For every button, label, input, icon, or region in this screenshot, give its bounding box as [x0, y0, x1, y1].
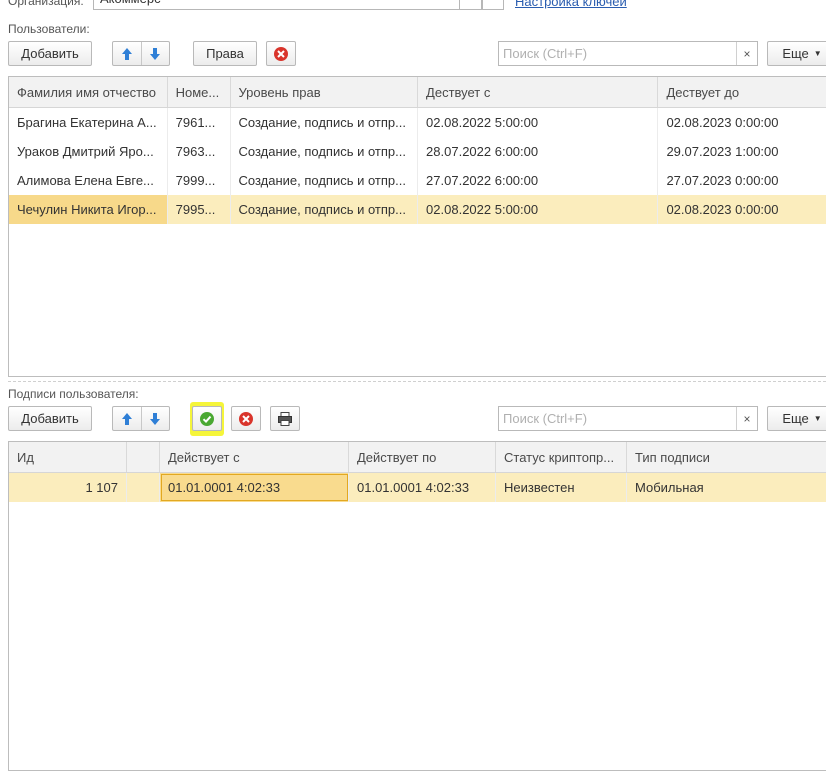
users-col-to[interactable]: Дествует до	[658, 77, 826, 107]
check-circle-icon	[200, 411, 214, 426]
organization-open-button[interactable]	[482, 0, 504, 10]
user-name-cell: Чечулин Никита Игор...	[9, 195, 168, 224]
table-row[interactable]: Алимова Елена Евге... 7999... Создание, …	[9, 166, 826, 195]
user-number-cell: 7995...	[168, 195, 231, 224]
users-move-buttons	[112, 41, 170, 66]
signatures-search-input[interactable]	[499, 407, 736, 430]
caret-down-icon: ▼	[813, 49, 822, 58]
signatures-search-box: ×	[498, 406, 758, 431]
organization-label: Организация:	[8, 0, 84, 8]
users-search-clear-icon[interactable]: ×	[736, 42, 757, 65]
user-level-cell: Создание, подпись и отпр...	[231, 137, 419, 166]
users-more-button[interactable]: Еще ▼	[767, 41, 826, 66]
signatures-add-button[interactable]: Добавить	[8, 406, 92, 431]
signatures-section-label: Подписи пользователя:	[8, 387, 139, 401]
move-up-button[interactable]	[113, 42, 141, 65]
organization-field[interactable]: Акоммерс	[93, 0, 460, 10]
arrow-up-icon	[121, 47, 132, 60]
users-delete-button[interactable]	[266, 41, 296, 66]
sig-col-status[interactable]: Статус криптопр...	[496, 442, 627, 472]
sig-col-from[interactable]: Действует с	[160, 442, 349, 472]
signatures-search-clear-icon[interactable]: ×	[736, 407, 757, 430]
user-to-cell: 29.07.2023 1:00:00	[658, 137, 826, 166]
sig-move-up-button[interactable]	[113, 407, 141, 430]
table-row-selected[interactable]: Чечулин Никита Игор... 7995... Создание,…	[9, 195, 826, 224]
confirm-signature-button[interactable]	[192, 406, 222, 431]
sig-col-type[interactable]: Тип подписи	[627, 442, 826, 472]
arrow-down-icon	[150, 47, 161, 60]
sig-col-id[interactable]: Ид	[9, 442, 127, 472]
key-settings-link[interactable]: Настройка ключей	[515, 0, 627, 9]
user-number-cell: 7963...	[168, 137, 231, 166]
user-number-cell: 7999...	[168, 166, 231, 195]
user-from-cell: 02.08.2022 5:00:00	[418, 195, 659, 224]
move-down-button[interactable]	[140, 42, 170, 65]
users-col-level[interactable]: Уровень прав	[231, 77, 419, 107]
signatures-table-header: Ид Действует с Действует по Статус крипт…	[9, 442, 826, 473]
table-row-selected[interactable]: 1 107 01.01.0001 4:02:33 01.01.0001 4:02…	[9, 473, 826, 502]
sig-move-down-button[interactable]	[140, 407, 170, 430]
delete-icon	[274, 46, 288, 61]
signatures-delete-button[interactable]	[231, 406, 261, 431]
users-more-label: Еще	[782, 46, 809, 61]
delete-icon	[239, 411, 253, 426]
users-col-name[interactable]: Фамилия имя отчество	[9, 77, 168, 107]
user-name-cell: Брагина Екатерина А...	[9, 108, 168, 137]
signatures-move-buttons	[112, 406, 170, 431]
sig-col-to[interactable]: Действует по	[349, 442, 496, 472]
users-col-from[interactable]: Дествует с	[418, 77, 659, 107]
sig-to-cell: 01.01.0001 4:02:33	[349, 473, 496, 502]
user-from-cell: 27.07.2022 6:00:00	[418, 166, 659, 195]
sig-id-cell: 1 107	[9, 473, 127, 502]
organization-select-button[interactable]	[460, 0, 482, 10]
user-level-cell: Создание, подпись и отпр...	[231, 195, 419, 224]
table-row[interactable]: Брагина Екатерина А... 7961... Создание,…	[9, 108, 826, 137]
users-section-label: Пользователи:	[8, 22, 90, 36]
signatures-more-button[interactable]: Еще ▼	[767, 406, 826, 431]
users-add-button[interactable]: Добавить	[8, 41, 92, 66]
section-divider	[8, 381, 826, 382]
signatures-more-label: Еще	[782, 411, 809, 426]
sig-flag-cell	[127, 473, 160, 502]
user-to-cell: 02.08.2023 0:00:00	[658, 195, 826, 224]
users-table-header: Фамилия имя отчество Номе... Уровень пра…	[9, 77, 826, 108]
sig-status-cell: Неизвестен	[496, 473, 627, 502]
users-col-number[interactable]: Номе...	[168, 77, 231, 107]
signatures-table: Ид Действует с Действует по Статус крипт…	[8, 441, 826, 771]
user-name-cell: Ураков Дмитрий Яро...	[9, 137, 168, 166]
table-row[interactable]: Ураков Дмитрий Яро... 7963... Создание, …	[9, 137, 826, 166]
users-search-input[interactable]	[499, 42, 736, 65]
sig-type-cell: Мобильная	[627, 473, 826, 502]
user-name-cell: Алимова Елена Евге...	[9, 166, 168, 195]
print-button[interactable]	[270, 406, 300, 431]
caret-down-icon: ▼	[813, 414, 822, 423]
user-level-cell: Создание, подпись и отпр...	[231, 166, 419, 195]
users-table: Фамилия имя отчество Номе... Уровень пра…	[8, 76, 826, 377]
user-to-cell: 02.08.2023 0:00:00	[658, 108, 826, 137]
rights-button[interactable]: Права	[193, 41, 257, 66]
sig-col-flag[interactable]	[127, 442, 160, 472]
user-from-cell: 02.08.2022 5:00:00	[418, 108, 659, 137]
user-from-cell: 28.07.2022 6:00:00	[418, 137, 659, 166]
user-number-cell: 7961...	[168, 108, 231, 137]
printer-icon	[278, 411, 292, 426]
arrow-down-icon	[150, 412, 161, 425]
user-to-cell: 27.07.2023 0:00:00	[658, 166, 826, 195]
arrow-up-icon	[121, 412, 132, 425]
users-search-box: ×	[498, 41, 758, 66]
sig-from-cell[interactable]: 01.01.0001 4:02:33	[160, 473, 349, 502]
user-level-cell: Создание, подпись и отпр...	[231, 108, 419, 137]
